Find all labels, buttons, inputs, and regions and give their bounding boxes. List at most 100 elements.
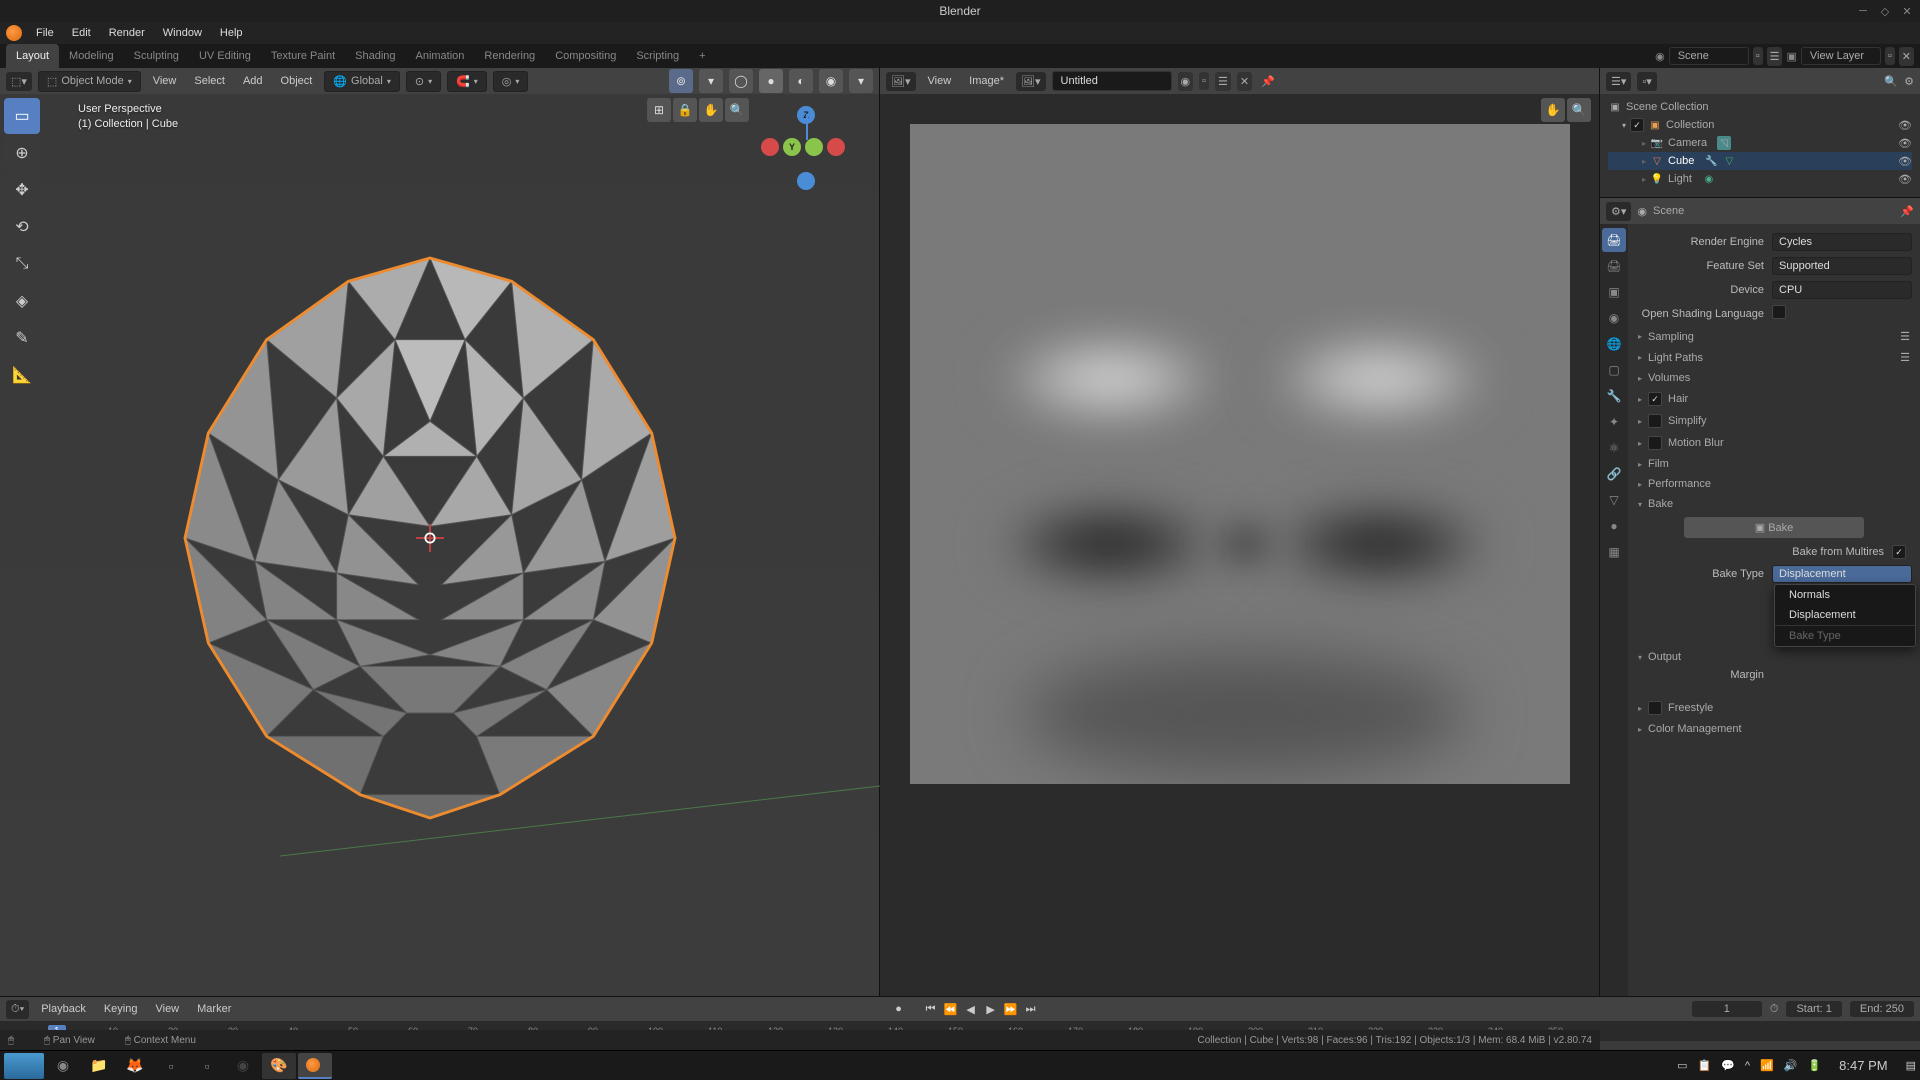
- motion-blur-checkbox[interactable]: [1648, 436, 1662, 450]
- eye-icon[interactable]: 👁: [1898, 137, 1912, 150]
- task-obs-icon[interactable]: ◉: [226, 1053, 260, 1079]
- tab-sculpting[interactable]: Sculpting: [124, 44, 189, 68]
- section-hair[interactable]: ▸Hair: [1636, 389, 1912, 409]
- displacement-texture[interactable]: [910, 124, 1570, 784]
- nav-gizmo[interactable]: Z Y: [761, 106, 849, 194]
- freestyle-checkbox[interactable]: [1648, 701, 1662, 715]
- tab-animation[interactable]: Animation: [406, 44, 475, 68]
- viewlayer-new-icon[interactable]: ▫: [1885, 47, 1895, 65]
- ptab-render[interactable]: 🖨: [1602, 228, 1626, 252]
- task-files-icon[interactable]: 📁: [82, 1053, 116, 1079]
- tray-up-icon[interactable]: ^: [1745, 1060, 1750, 1072]
- close-icon[interactable]: ✕: [1900, 4, 1914, 18]
- search-icon[interactable]: 🔍: [1884, 75, 1898, 88]
- props-type-icon[interactable]: ⚙▾: [1606, 202, 1631, 221]
- bake-button[interactable]: ▣ Bake: [1684, 517, 1863, 538]
- filter-icon[interactable]: ⚙: [1904, 75, 1914, 88]
- axis-y-icon[interactable]: Y: [783, 138, 801, 156]
- tab-texture-paint[interactable]: Texture Paint: [261, 44, 345, 68]
- start-frame[interactable]: Start: 1: [1786, 1001, 1841, 1017]
- ie-browse-icon[interactable]: 🖼▾: [1016, 72, 1046, 91]
- outliner-display-icon[interactable]: ▫▾: [1637, 72, 1656, 91]
- jump-start-icon[interactable]: ⏮: [922, 1000, 940, 1018]
- menu-window[interactable]: Window: [155, 24, 210, 42]
- render-engine-select[interactable]: Cycles: [1772, 233, 1912, 251]
- section-film[interactable]: ▸Film: [1636, 455, 1912, 473]
- ptab-modifier[interactable]: 🔧: [1602, 384, 1626, 408]
- dropdown-normals[interactable]: Normals: [1775, 585, 1915, 605]
- ie-copy-icon[interactable]: ▫: [1199, 72, 1209, 90]
- task-krita-icon[interactable]: 🎨: [262, 1053, 296, 1079]
- shade-menu-icon[interactable]: ▾: [849, 69, 873, 93]
- menu-render[interactable]: Render: [101, 24, 153, 42]
- tab-modeling[interactable]: Modeling: [59, 44, 124, 68]
- tool-move[interactable]: ✥: [4, 172, 40, 208]
- simplify-checkbox[interactable]: [1648, 414, 1662, 428]
- orient-select[interactable]: 🌐 Global▾: [324, 71, 400, 92]
- ie-type-icon[interactable]: 🖼▾: [886, 72, 916, 91]
- tab-layout[interactable]: Layout: [6, 44, 59, 68]
- tab-uv-editing[interactable]: UV Editing: [189, 44, 261, 68]
- start-menu-icon[interactable]: [4, 1053, 44, 1079]
- ptab-scene[interactable]: ◉: [1602, 306, 1626, 330]
- section-volumes[interactable]: ▸Volumes: [1636, 369, 1912, 387]
- tray-desktop-icon[interactable]: ▭: [1677, 1059, 1687, 1072]
- vp-add[interactable]: Add: [237, 72, 269, 90]
- bake-type-select[interactable]: Displacement: [1772, 565, 1912, 583]
- grid-icon[interactable]: ⊞: [647, 98, 671, 122]
- proportional-select[interactable]: ◎▾: [493, 71, 529, 92]
- tl-view[interactable]: View: [149, 1000, 185, 1018]
- device-select[interactable]: CPU: [1772, 281, 1912, 299]
- minimize-icon[interactable]: ─: [1856, 4, 1870, 18]
- vp-select[interactable]: Select: [188, 72, 231, 90]
- pin-icon[interactable]: 📌: [1900, 205, 1914, 218]
- tl-type-icon[interactable]: ⏱▾: [6, 1000, 29, 1019]
- overlay-menu-icon[interactable]: ▾: [699, 69, 723, 93]
- eye-icon[interactable]: 👁: [1898, 119, 1912, 132]
- ptab-material[interactable]: ●: [1602, 514, 1626, 538]
- mode-select[interactable]: ⬚ Object Mode▾: [38, 71, 141, 92]
- end-frame[interactable]: End: 250: [1850, 1001, 1914, 1017]
- ie-unlink-icon[interactable]: ☰: [1215, 72, 1231, 91]
- hair-checkbox[interactable]: [1648, 392, 1662, 406]
- tl-marker[interactable]: Marker: [191, 1000, 237, 1018]
- vp-view[interactable]: View: [147, 72, 183, 90]
- collection-check-icon[interactable]: [1630, 118, 1644, 132]
- tool-select[interactable]: ▭: [4, 98, 40, 134]
- axis-y-neg-icon[interactable]: [805, 138, 823, 156]
- shade-matcap-icon[interactable]: ◐: [789, 69, 813, 93]
- feature-set-select[interactable]: Supported: [1772, 257, 1912, 275]
- maximize-icon[interactable]: ◇: [1878, 4, 1892, 18]
- ie-zoom-icon[interactable]: 🔍: [1567, 98, 1591, 122]
- eye-icon[interactable]: 👁: [1898, 155, 1912, 168]
- dropdown-displacement[interactable]: Displacement: [1775, 605, 1915, 625]
- autokey-icon[interactable]: ●: [890, 1000, 908, 1018]
- image-name-field[interactable]: [1052, 71, 1172, 91]
- vp-object[interactable]: Object: [275, 72, 319, 90]
- scene-field[interactable]: Scene: [1669, 47, 1749, 65]
- task-firefox-icon[interactable]: 🦊: [118, 1053, 152, 1079]
- tab-add[interactable]: +: [689, 44, 715, 68]
- editor-type-icon[interactable]: ⬚▾: [6, 72, 32, 91]
- bake-multires-checkbox[interactable]: [1892, 545, 1906, 559]
- camera-lock-icon[interactable]: 🔒: [673, 98, 697, 122]
- viewlayer-del-icon[interactable]: ✕: [1899, 47, 1914, 66]
- menu-edit[interactable]: Edit: [64, 24, 99, 42]
- prev-key-icon[interactable]: ⏪: [942, 1000, 960, 1018]
- section-color-mgmt[interactable]: ▸Color Management: [1636, 720, 1912, 738]
- tab-scripting[interactable]: Scripting: [626, 44, 689, 68]
- ptab-constraint[interactable]: 🔗: [1602, 462, 1626, 486]
- ptab-viewlayer[interactable]: ▣: [1602, 280, 1626, 304]
- pivot-select[interactable]: ⊙▾: [406, 71, 441, 92]
- ptab-object[interactable]: ▢: [1602, 358, 1626, 382]
- outliner-type-icon[interactable]: ☰▾: [1606, 72, 1631, 91]
- tl-keying[interactable]: Keying: [98, 1000, 144, 1018]
- ptab-world[interactable]: 🌐: [1602, 332, 1626, 356]
- tab-shading[interactable]: Shading: [345, 44, 405, 68]
- tray-bat-icon[interactable]: 🔋: [1807, 1059, 1821, 1072]
- menu-file[interactable]: File: [28, 24, 62, 42]
- tray-notif-icon[interactable]: ▤: [1906, 1059, 1916, 1072]
- play-icon[interactable]: ▶: [982, 1000, 1000, 1018]
- ie-pin-icon[interactable]: 📌: [1258, 72, 1278, 91]
- ie-image[interactable]: Image*: [963, 72, 1010, 90]
